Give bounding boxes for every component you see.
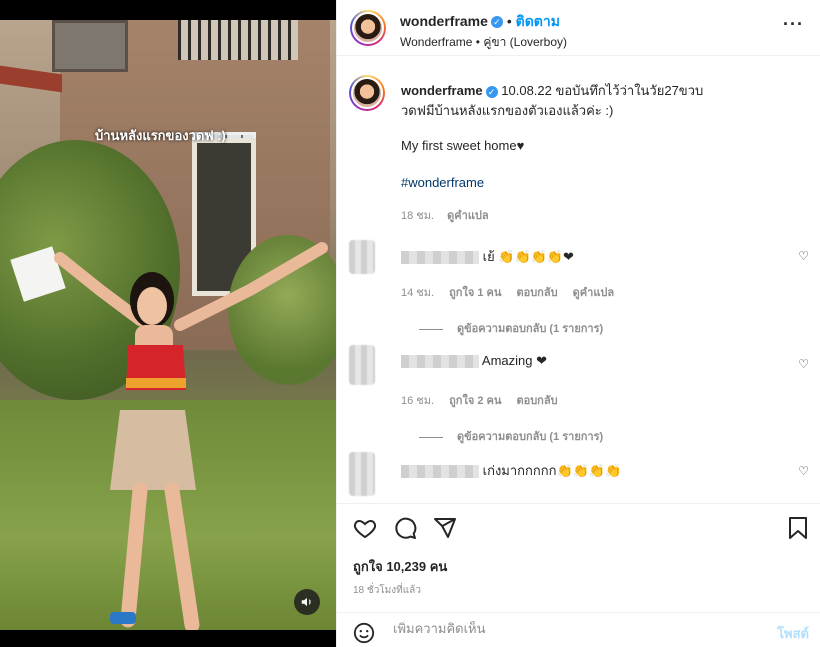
mute-button[interactable] xyxy=(294,589,320,615)
comment-username-redacted[interactable] xyxy=(401,465,479,479)
like-comment-heart-icon[interactable]: ♡ xyxy=(798,249,809,263)
action-icons xyxy=(353,516,457,540)
comment-item: Amazing ❤ ♡ 16 ชม. ถูกใจ 2 คน ตอบกลับ ดู… xyxy=(349,345,809,445)
header-username-row: wonderframe ✓ • ติดตาม xyxy=(400,11,560,33)
avatar[interactable] xyxy=(349,345,375,385)
avatar[interactable] xyxy=(349,240,375,274)
caption-time: 18 ชม. xyxy=(401,210,435,222)
comment-text-row: เก่งมากกกกก👏👏👏👏 xyxy=(401,460,621,481)
comment-text: เก่งมากกกกก👏👏👏👏 xyxy=(482,463,622,478)
add-comment-bar: โพสต์ xyxy=(337,612,820,647)
avatar[interactable] xyxy=(350,10,386,46)
verified-icon: ✓ xyxy=(490,16,503,29)
caption-text-2: วดฟมีบ้านหลังแรกของตัวเองแล้วค่ะ :) xyxy=(401,103,614,118)
person-figure xyxy=(54,242,328,630)
post-media[interactable]: บ้านหลังแรกของวดฟ :) xyxy=(0,0,336,647)
speaker-icon xyxy=(301,597,311,607)
post-actions: ถูกใจ 10,239 คน 18 ชั่วโมงที่แล้ว โพสต์ xyxy=(337,503,820,647)
emoji-icon[interactable] xyxy=(353,622,375,644)
more-icon[interactable]: ··· xyxy=(783,14,804,35)
like-heart-icon[interactable] xyxy=(353,516,377,540)
post-panel: wonderframe ✓ • ติดตาม Wonderframe • คู่ข… xyxy=(336,0,820,647)
comment-text: เย้ 👏👏👏👏❤ xyxy=(482,249,574,264)
hashtag-link[interactable]: #wonderframe xyxy=(401,175,484,190)
comment-text-row: Amazing ❤ xyxy=(401,353,547,369)
replies-line xyxy=(419,436,443,438)
dot-separator: • xyxy=(506,13,516,29)
caption-translate-link[interactable]: ดูคำแปล xyxy=(447,210,489,222)
reply-button[interactable]: ตอบกลับ xyxy=(516,395,557,407)
header-username[interactable]: wonderframe xyxy=(400,13,488,29)
replies-line xyxy=(419,328,443,330)
comments-section[interactable]: wonderframe ✓ 10.08.22 ขอบันทึกไว้ว่าในวั… xyxy=(337,57,820,502)
verified-icon: ✓ xyxy=(485,85,498,98)
view-replies-label: ดูข้อความตอบกลับ (1 รายการ) xyxy=(457,431,604,443)
audio-subtitle[interactable]: Wonderframe • คู่ขา (Loverboy) xyxy=(400,33,567,52)
like-comment-heart-icon[interactable]: ♡ xyxy=(798,357,809,371)
post-header: wonderframe ✓ • ติดตาม Wonderframe • คู่ข… xyxy=(337,0,820,56)
caption-username[interactable]: wonderframe xyxy=(401,83,483,98)
comment-text: Amazing ❤ xyxy=(481,353,547,368)
comment-icon[interactable] xyxy=(393,516,417,540)
post-time: 18 ชั่วโมงที่แล้ว xyxy=(353,585,421,596)
likes-count[interactable]: ถูกใจ 10,239 คน xyxy=(353,556,447,577)
reply-button[interactable]: ตอบกลับ xyxy=(516,287,557,299)
comment-time: 14 ชม. xyxy=(401,287,435,299)
comment-username-redacted[interactable] xyxy=(401,251,479,265)
share-icon[interactable] xyxy=(433,516,457,540)
view-replies-button[interactable]: ดูข้อความตอบกลับ (1 รายการ) xyxy=(419,319,603,337)
comment-input[interactable] xyxy=(393,621,753,636)
view-replies-label: ดูข้อความตอบกลับ (1 รายการ) xyxy=(457,323,604,335)
caption-text-3: My first sweet home♥ xyxy=(401,138,525,153)
comment-item: เย้ 👏👏👏👏❤ ♡ 14 ชม. ถูกใจ 1 คน ตอบกลับ ดู… xyxy=(349,237,809,337)
post-button[interactable]: โพสต์ xyxy=(777,623,809,644)
comment-item: เก่งมากกกกก👏👏👏👏 ♡ xyxy=(349,450,809,500)
comment-meta: 16 ชม. ถูกใจ 2 คน ตอบกลับ xyxy=(401,391,570,409)
avatar[interactable] xyxy=(349,452,375,496)
comment-meta: 14 ชม. ถูกใจ 1 คน ตอบกลับ ดูคำแปล xyxy=(401,283,626,301)
comment-text-row: เย้ 👏👏👏👏❤ xyxy=(401,246,574,267)
comment-time: 16 ชม. xyxy=(401,395,435,407)
comment-username-redacted[interactable] xyxy=(401,355,479,369)
follow-button[interactable]: ติดตาม xyxy=(516,13,560,29)
post-video[interactable]: บ้านหลังแรกของวดฟ :) xyxy=(0,20,336,630)
translate-link[interactable]: ดูคำแปล xyxy=(573,287,615,299)
caption-avatar[interactable] xyxy=(349,75,385,111)
save-bookmark-icon[interactable] xyxy=(787,516,809,540)
caption-text-1: 10.08.22 ขอบันทึกไว้ว่าในวัย27ขวบ xyxy=(501,83,704,98)
comment-likes[interactable]: ถูกใจ 1 คน xyxy=(449,287,501,299)
comment-likes[interactable]: ถูกใจ 2 คน xyxy=(449,395,501,407)
like-comment-heart-icon[interactable]: ♡ xyxy=(798,464,809,478)
caption-line1: wonderframe ✓ 10.08.22 ขอบันทึกไว้ว่าในวั… xyxy=(401,82,761,100)
view-replies-button[interactable]: ดูข้อความตอบกลับ (1 รายการ) xyxy=(419,427,603,445)
caption-meta: 18 ชม. ดูคำแปล xyxy=(401,206,499,224)
